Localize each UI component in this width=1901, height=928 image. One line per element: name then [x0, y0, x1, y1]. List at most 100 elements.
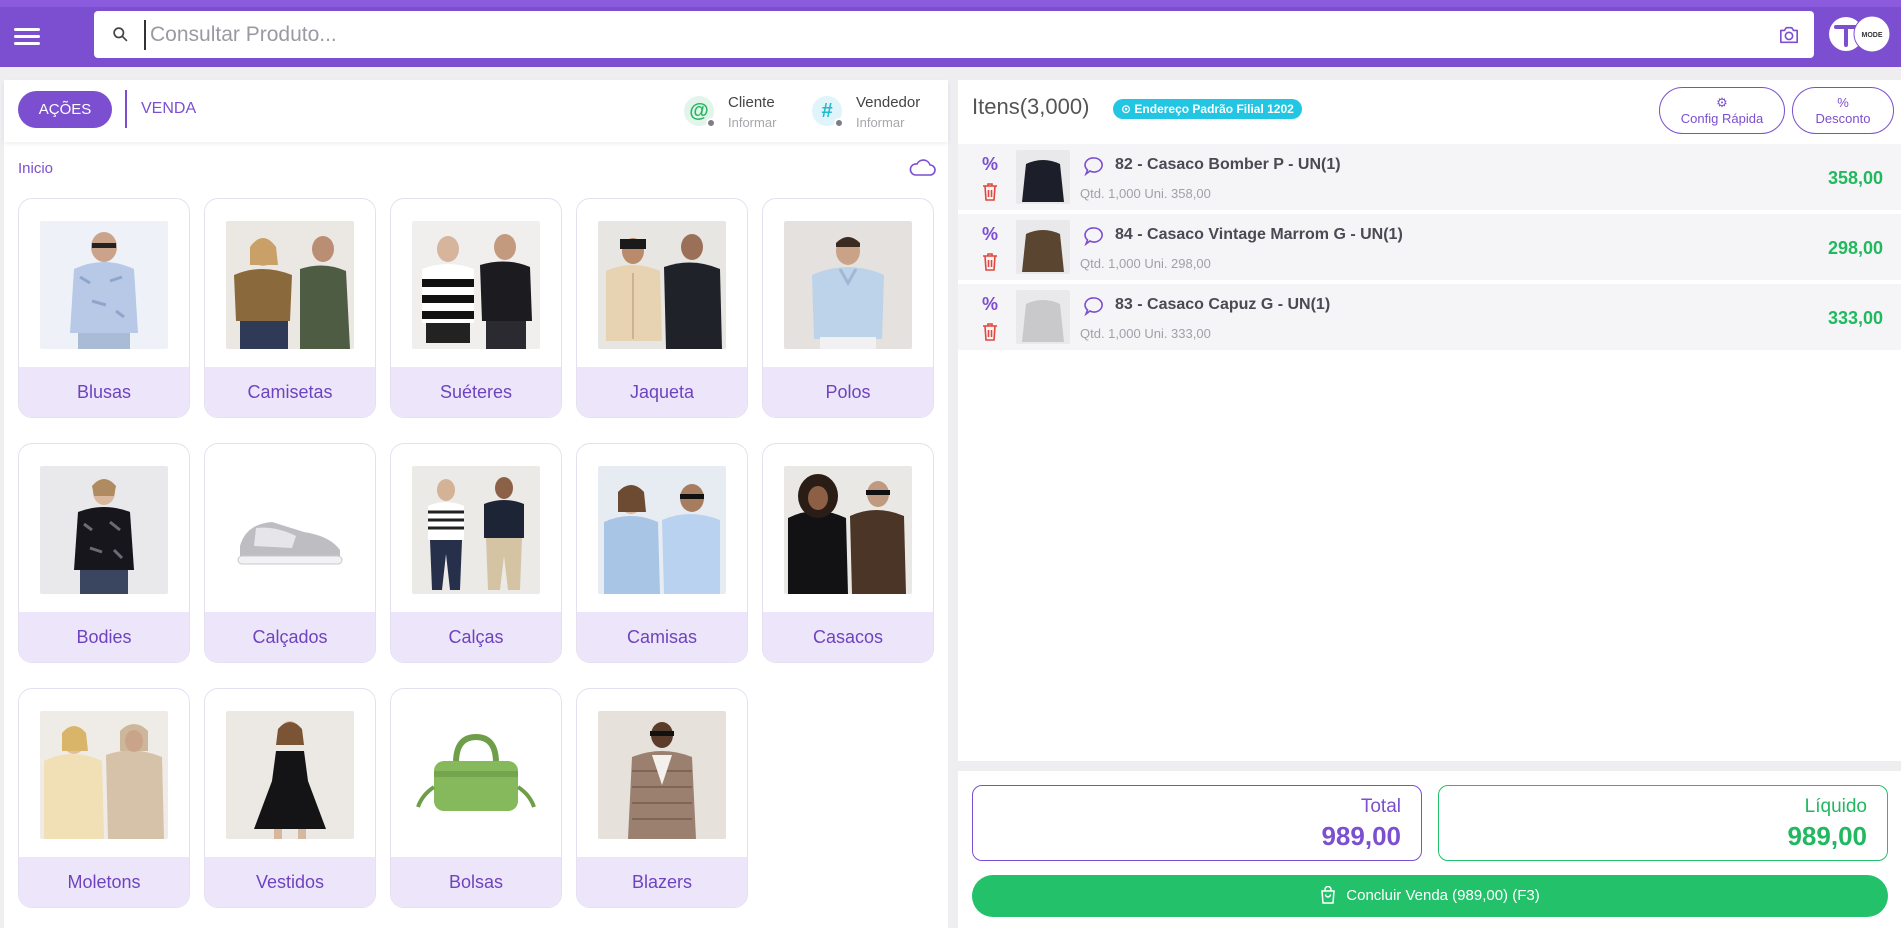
total-box: Total 989,00	[972, 785, 1422, 861]
gear-icon: ⚙	[1716, 95, 1728, 110]
category-card-calcas[interactable]: Calças	[390, 443, 562, 663]
item-thumbnail	[1016, 290, 1070, 344]
shirt-photo	[598, 466, 726, 594]
comment-icon[interactable]	[1084, 296, 1104, 316]
category-label: Casacos	[763, 612, 933, 662]
tab-sale[interactable]: VENDA	[141, 100, 196, 118]
net-label: Líquido	[1804, 796, 1867, 817]
category-label: Calças	[391, 612, 561, 662]
category-card-blusas[interactable]: Blusas	[18, 198, 190, 418]
divider	[125, 90, 127, 128]
item-thumbnail	[1016, 150, 1070, 204]
total-value: 989,00	[1321, 821, 1401, 851]
item-quantity-unit: Qtd. 1,000 Uni. 333,00	[1080, 326, 1211, 341]
bag-photo	[412, 711, 540, 839]
quick-config-label: Config Rápida	[1680, 111, 1764, 126]
customer-value: Informar	[728, 115, 777, 130]
trash-icon[interactable]	[982, 182, 998, 202]
cart-title: Itens(3,000)	[972, 94, 1090, 119]
category-label: Blazers	[577, 857, 747, 907]
totals-panel: Total 989,00 Líquido 989,00 Concluir Ven…	[958, 771, 1901, 928]
coat-photo	[784, 466, 912, 594]
catalog-header: AÇÕES VENDA @ Cliente Informar # Vendedo…	[4, 80, 948, 142]
trash-icon[interactable]	[982, 252, 998, 272]
category-card-calcados[interactable]: Calçados	[204, 443, 376, 663]
sweater-photo	[412, 221, 540, 349]
category-label: Bodies	[19, 612, 189, 662]
brand-logo: MODE	[1829, 15, 1891, 53]
category-card-sueteres[interactable]: Suéteres	[390, 198, 562, 418]
seller-label: Vendedor	[856, 94, 921, 111]
shopping-bag-icon	[1321, 885, 1336, 904]
category-label: Polos	[763, 367, 933, 417]
quick-config-button[interactable]: ⚙ Config Rápida	[1659, 87, 1785, 134]
total-label: Total	[1360, 796, 1401, 817]
category-card-blazers[interactable]: Blazers	[576, 688, 748, 908]
item-price: 333,00	[1827, 308, 1883, 328]
cart-item[interactable]: % 84 - Casaco Vintage Marrom G - UN(1) Q…	[958, 214, 1901, 282]
category-card-camisas[interactable]: Camisas	[576, 443, 748, 663]
dress-photo	[226, 711, 354, 839]
camera-icon[interactable]	[1778, 25, 1800, 45]
address-badge-label: Endereço Padrão Filial 1202	[1134, 102, 1294, 116]
customer-label: Cliente	[728, 94, 775, 111]
category-card-vestidos[interactable]: Vestidos	[204, 688, 376, 908]
item-price: 358,00	[1827, 168, 1883, 188]
hoodie-photo	[40, 711, 168, 839]
status-dot	[706, 118, 716, 128]
category-label: Bolsas	[391, 857, 561, 907]
search-input[interactable]	[144, 20, 1744, 50]
location-icon: ⊙	[1121, 102, 1132, 116]
category-label: Camisas	[577, 612, 747, 662]
thumb-shape	[1022, 300, 1064, 342]
actions-button[interactable]: AÇÕES	[18, 91, 112, 128]
customer-selector[interactable]: @ Cliente Informar	[684, 92, 794, 132]
percent-icon: %	[1837, 95, 1849, 110]
cart-panel: Itens(3,000) ⊙ Endereço Padrão Filial 12…	[958, 80, 1901, 761]
thumb-shape	[1022, 230, 1064, 272]
seller-selector[interactable]: # Vendedor Informar	[812, 92, 942, 132]
item-quantity-unit: Qtd. 1,000 Uni. 358,00	[1080, 186, 1211, 201]
breadcrumb[interactable]: Inicio	[18, 160, 53, 177]
seller-value: Informar	[856, 115, 905, 130]
comment-icon[interactable]	[1084, 156, 1104, 176]
polo-photo	[784, 221, 912, 349]
category-card-bolsas[interactable]: Bolsas	[390, 688, 562, 908]
category-label: Moletons	[19, 857, 189, 907]
pants-photo	[412, 466, 540, 594]
net-value: 989,00	[1787, 821, 1867, 851]
category-card-camisetas[interactable]: Camisetas	[204, 198, 376, 418]
item-name: 82 - Casaco Bomber P - UN(1)	[1115, 156, 1341, 173]
blazer-photo	[598, 711, 726, 839]
discount-button[interactable]: % Desconto	[1792, 87, 1894, 134]
item-discount-icon[interactable]: %	[982, 294, 998, 315]
search-bar	[94, 11, 1814, 58]
comment-icon[interactable]	[1084, 226, 1104, 246]
item-discount-icon[interactable]: %	[982, 224, 998, 245]
category-label: Blusas	[19, 367, 189, 417]
item-discount-icon[interactable]: %	[982, 154, 998, 175]
search-icon	[113, 27, 128, 42]
cart-item[interactable]: % 82 - Casaco Bomber P - UN(1) Qtd. 1,00…	[958, 144, 1901, 212]
category-label: Suéteres	[391, 367, 561, 417]
catalog-panel: AÇÕES VENDA @ Cliente Informar # Vendedo…	[4, 80, 948, 928]
jacket-photo	[598, 221, 726, 349]
trash-icon[interactable]	[982, 322, 998, 342]
category-label: Camisetas	[205, 367, 375, 417]
address-badge[interactable]: ⊙ Endereço Padrão Filial 1202	[1113, 99, 1302, 119]
item-thumbnail	[1016, 220, 1070, 274]
hamburger-menu-icon[interactable]	[14, 25, 40, 47]
conclude-sale-label: Concluir Venda (989,00) (F3)	[1346, 887, 1540, 904]
sneaker-photo	[226, 466, 354, 594]
category-card-moletons[interactable]: Moletons	[18, 688, 190, 908]
discount-label: Desconto	[1815, 111, 1871, 126]
category-card-casacos[interactable]: Casacos	[762, 443, 934, 663]
tshirt-photo	[226, 221, 354, 349]
category-card-jaqueta[interactable]: Jaqueta	[576, 198, 748, 418]
conclude-sale-button[interactable]: Concluir Venda (989,00) (F3)	[972, 875, 1888, 917]
cloud-icon[interactable]	[908, 158, 936, 178]
status-dot	[834, 118, 844, 128]
category-card-polos[interactable]: Polos	[762, 198, 934, 418]
cart-item[interactable]: % 83 - Casaco Capuz G - UN(1) Qtd. 1,000…	[958, 284, 1901, 352]
category-card-bodies[interactable]: Bodies	[18, 443, 190, 663]
